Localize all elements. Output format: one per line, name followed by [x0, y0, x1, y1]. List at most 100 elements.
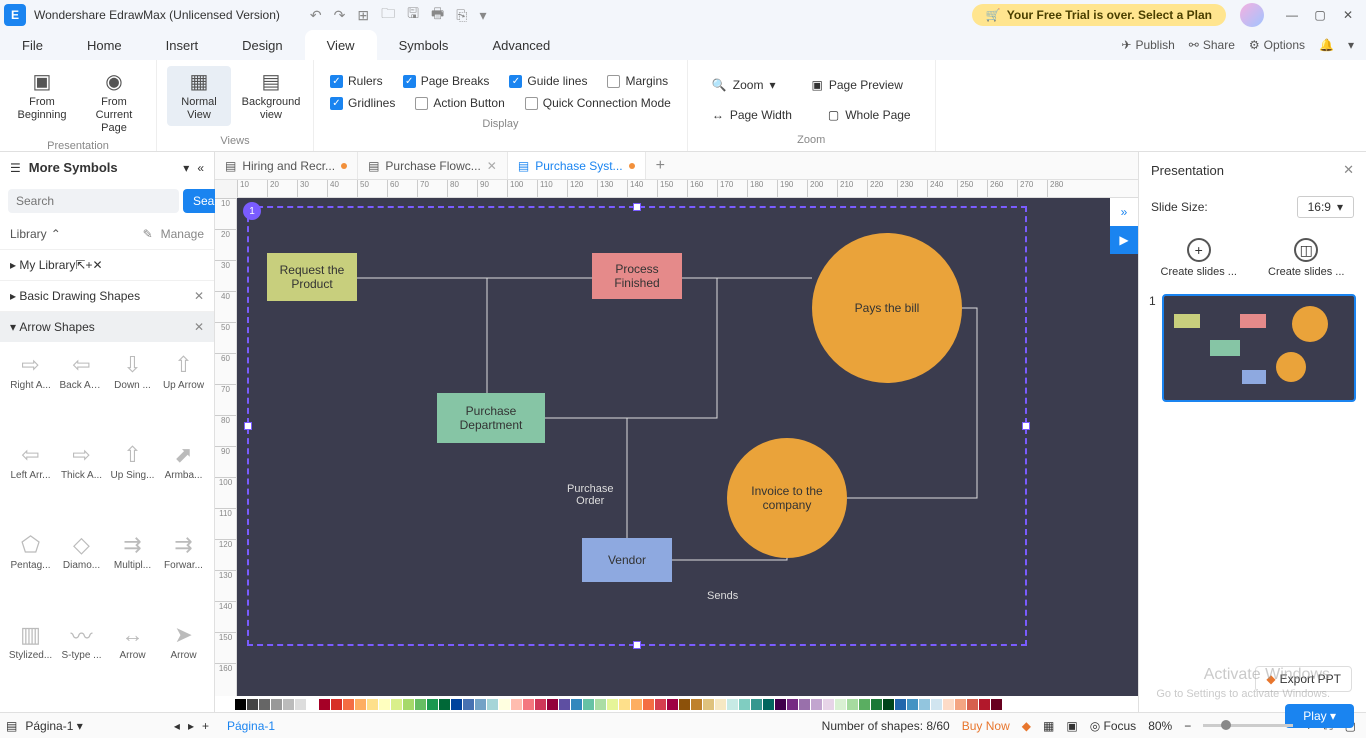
color-swatch[interactable]	[643, 699, 654, 710]
resize-handle[interactable]	[633, 203, 641, 211]
trial-banner[interactable]: 🛒 Your Free Trial is over. Select a Plan	[972, 4, 1226, 26]
color-swatch[interactable]	[931, 699, 942, 710]
focus-button[interactable]: ◎ Focus	[1090, 719, 1137, 733]
color-swatch[interactable]	[607, 699, 618, 710]
undo-icon[interactable]: ↶	[310, 7, 322, 24]
shape-item[interactable]: ▥Stylized...	[6, 618, 55, 706]
color-swatch[interactable]	[943, 699, 954, 710]
shape-item[interactable]: ⇦Back Arr...	[57, 348, 106, 436]
color-swatch[interactable]	[979, 699, 990, 710]
print-icon[interactable]: 🖶	[431, 3, 444, 27]
open-icon[interactable]: 🗀	[381, 3, 395, 27]
shape-process-finished[interactable]: Process Finished	[592, 253, 682, 299]
category-arrow-shapes[interactable]: ▾ Arrow Shapes ✕	[0, 311, 214, 342]
hamburger-icon[interactable]: ☰	[10, 161, 21, 175]
color-swatch[interactable]	[751, 699, 762, 710]
close-button[interactable]: ✕	[1334, 1, 1362, 29]
color-swatch[interactable]	[775, 699, 786, 710]
resize-handle[interactable]	[244, 422, 252, 430]
color-swatch[interactable]	[691, 699, 702, 710]
plus-icon[interactable]: +	[85, 258, 92, 272]
resize-handle[interactable]	[633, 641, 641, 649]
color-swatch[interactable]	[919, 699, 930, 710]
collapse-ribbon-icon[interactable]: ▾	[1348, 38, 1354, 52]
color-swatch[interactable]	[655, 699, 666, 710]
color-swatch[interactable]	[451, 699, 462, 710]
shape-purchase-department[interactable]: Purchase Department	[437, 393, 545, 443]
gridlines-checkbox[interactable]: ✓Gridlines	[330, 96, 395, 110]
chevron-down-icon[interactable]: ▾	[183, 161, 189, 175]
color-swatch[interactable]	[535, 699, 546, 710]
shape-item[interactable]: ◇Diamo...	[57, 528, 106, 616]
search-input[interactable]	[8, 189, 179, 213]
canvas[interactable]: 1 Request the Product Process Finish	[237, 198, 1138, 696]
zoom-slider[interactable]	[1203, 724, 1293, 727]
add-tab-button[interactable]: +	[646, 157, 675, 175]
close-icon[interactable]: ✕	[194, 289, 204, 303]
menu-tab-home[interactable]: Home	[65, 30, 144, 60]
next-page-icon[interactable]: ▸	[188, 719, 194, 733]
color-swatch[interactable]	[871, 699, 882, 710]
color-swatch[interactable]	[499, 699, 510, 710]
shape-item[interactable]: ⇨Thick A...	[57, 438, 106, 526]
diamond-icon[interactable]: ◆	[1022, 719, 1031, 733]
color-swatch[interactable]	[763, 699, 774, 710]
slide-size-select[interactable]: 16:9▾	[1297, 196, 1354, 218]
background-view-button[interactable]: ▤Background view	[239, 66, 303, 126]
shape-item[interactable]: ⇦Left Arr...	[6, 438, 55, 526]
slide-thumbnail[interactable]	[1162, 294, 1356, 402]
maximize-button[interactable]: ▢	[1306, 1, 1334, 29]
library-label[interactable]: Library	[10, 227, 47, 241]
quick-connection-checkbox[interactable]: Quick Connection Mode	[525, 96, 671, 110]
color-swatch[interactable]	[991, 699, 1002, 710]
color-swatch[interactable]	[595, 699, 606, 710]
shape-item[interactable]: ⇉Multipl...	[108, 528, 157, 616]
color-swatch[interactable]	[799, 699, 810, 710]
collapse-sidebar-icon[interactable]: «	[197, 161, 204, 175]
export-icon[interactable]: ⎘	[456, 7, 467, 24]
avatar[interactable]	[1240, 3, 1264, 27]
color-swatch[interactable]	[331, 699, 342, 710]
color-swatch[interactable]	[847, 699, 858, 710]
color-swatch[interactable]	[583, 699, 594, 710]
close-icon[interactable]: ✕	[1343, 162, 1354, 178]
color-swatch[interactable]	[367, 699, 378, 710]
color-swatch[interactable]	[823, 699, 834, 710]
page-preview-button[interactable]: ▣Page Preview	[804, 74, 911, 96]
page-width-button[interactable]: ↔Page Width	[704, 104, 800, 126]
color-swatch[interactable]	[955, 699, 966, 710]
color-swatch[interactable]	[967, 699, 978, 710]
new-icon[interactable]: ⊞	[357, 7, 369, 24]
shape-vendor[interactable]: Vendor	[582, 538, 672, 582]
color-swatch[interactable]	[295, 699, 306, 710]
color-swatch[interactable]	[523, 699, 534, 710]
prev-page-icon[interactable]: ◂	[174, 719, 180, 733]
view-icon-2[interactable]: ▣	[1066, 719, 1077, 733]
from-beginning-button[interactable]: ▣From Beginning	[10, 66, 74, 126]
import-icon[interactable]: ⇱	[75, 258, 85, 272]
color-swatch[interactable]	[307, 699, 318, 710]
menu-tab-insert[interactable]: Insert	[144, 30, 221, 60]
margins-checkbox[interactable]: Margins	[607, 74, 668, 88]
shape-invoice[interactable]: Invoice to the company	[727, 438, 847, 558]
pages-menu-icon[interactable]: ▤	[6, 719, 17, 733]
color-swatch[interactable]	[547, 699, 558, 710]
add-page-icon[interactable]: +	[202, 719, 209, 733]
close-icon[interactable]: ✕	[487, 159, 497, 173]
color-swatch[interactable]	[319, 699, 330, 710]
shape-item[interactable]: ⬈Armba...	[159, 438, 208, 526]
color-swatch[interactable]	[415, 699, 426, 710]
action-button-checkbox[interactable]: Action Button	[415, 96, 504, 110]
menu-tab-advanced[interactable]: Advanced	[470, 30, 572, 60]
minimize-button[interactable]: —	[1278, 1, 1306, 29]
resize-handle[interactable]	[1022, 422, 1030, 430]
shape-item[interactable]: ⇧Up Sing...	[108, 438, 157, 526]
doc-tab-0[interactable]: ▤Hiring and Recr...	[215, 152, 358, 179]
color-swatch[interactable]	[391, 699, 402, 710]
menu-tab-symbols[interactable]: Symbols	[377, 30, 471, 60]
color-swatch[interactable]	[895, 699, 906, 710]
color-swatch[interactable]	[427, 699, 438, 710]
close-icon[interactable]: ✕	[194, 320, 204, 334]
color-swatch[interactable]	[667, 699, 678, 710]
color-swatch[interactable]	[439, 699, 450, 710]
